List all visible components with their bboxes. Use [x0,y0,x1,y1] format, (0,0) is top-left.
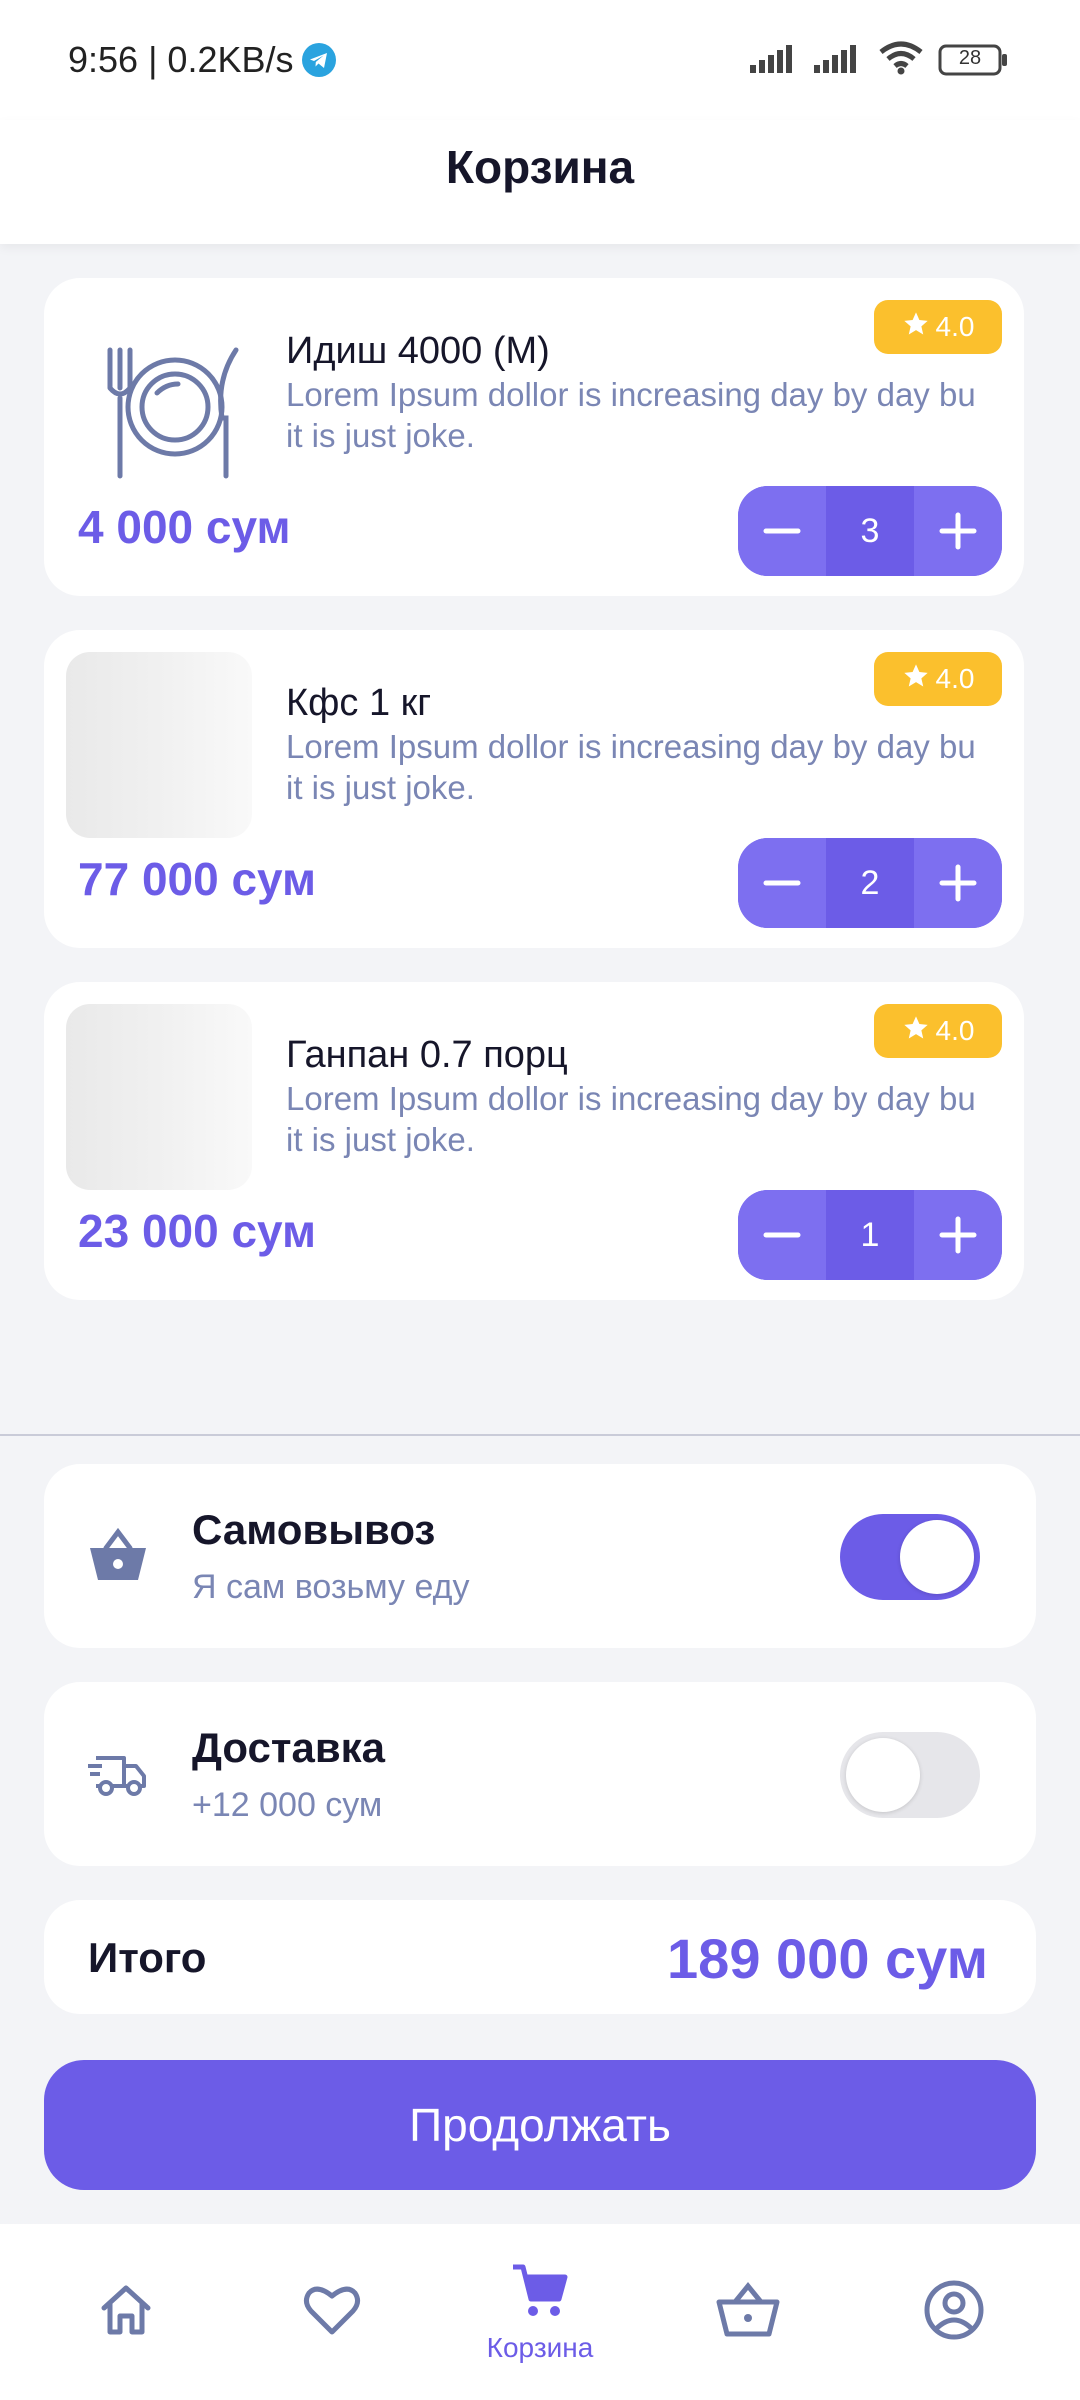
star-icon [902,310,930,345]
plate-cutlery-icon [66,300,252,486]
toggle-knob [900,1520,974,1594]
rating-badge: 4.0 [874,300,1002,354]
delivery-option[interactable]: Доставка +12 000 сум [44,1682,1036,1866]
delivery-title: Доставка [192,1724,386,1771]
profile-icon [923,2279,985,2346]
basket-icon [715,2280,781,2345]
cart-item[interactable]: Идиш 4000 (М) Lorem Ipsum dollor is incr… [44,278,1024,596]
increase-button[interactable] [914,838,1002,928]
header: Корзина [0,120,1080,244]
item-price: 77 000 сум [78,853,317,905]
increase-button[interactable] [914,486,1002,576]
rating-badge: 4.0 [874,1004,1002,1058]
cart-icon [509,2261,571,2326]
section-divider [0,1434,1080,1436]
total-label: Итого [88,1934,207,1981]
item-image-placeholder [66,652,252,838]
status-time-speed: 9:56 | 0.2KB/s [68,39,294,80]
decrease-button[interactable] [738,486,826,576]
star-icon [902,662,930,697]
battery-icon: 28 [938,43,1008,77]
pickup-option[interactable]: Самовывоз Я сам возьму еду [44,1464,1036,1648]
pickup-toggle[interactable] [840,1514,980,1600]
rating-value: 4.0 [935,311,975,342]
delivery-toggle[interactable] [840,1732,980,1818]
toggle-knob [846,1738,920,1812]
minus-icon [763,1232,801,1238]
minus-icon [763,528,801,534]
battery-level: 28 [958,47,982,69]
quantity-stepper: 2 [738,838,1002,928]
plus-icon [939,512,977,550]
home-icon [96,2280,156,2345]
plus-icon [939,864,977,902]
item-description: Lorem Ipsum dollor is increasing day by … [286,376,976,454]
quantity-value: 3 [860,511,880,550]
wifi-icon [878,41,924,80]
plus-icon [939,1216,977,1254]
decrease-button[interactable] [738,838,826,928]
item-name: Идиш 4000 (М) [286,330,550,372]
continue-button[interactable]: Продолжать [44,2060,1036,2190]
truck-icon [86,1744,150,1804]
delivery-subtitle: +12 000 сум [192,1786,383,1824]
telegram-icon [301,43,336,77]
quantity-stepper: 3 [738,486,1002,576]
bottom-nav: Корзина [0,2224,1080,2400]
item-name: Кфс 1 кг [286,682,432,724]
status-right: 28 [750,38,1008,82]
item-name: Ганпан 0.7 порц [286,1034,568,1076]
rating-value: 4.0 [935,1015,975,1046]
quantity-value: 2 [860,863,880,902]
item-description: Lorem Ipsum dollor is increasing day by … [286,728,976,806]
item-price: 4 000 сум [78,501,291,553]
quantity-value: 1 [860,1215,880,1254]
status-left: 9:56 | 0.2KB/s [68,36,336,84]
minus-icon [763,880,801,886]
item-price: 23 000 сум [78,1205,317,1257]
nav-basket[interactable] [668,2224,828,2400]
nav-cart-label: Корзина [486,2331,594,2363]
signal-icon [750,43,800,78]
nav-cart[interactable]: Корзина [460,2224,620,2400]
item-description: Lorem Ipsum dollor is increasing day by … [286,1080,976,1158]
rating-value: 4.0 [935,663,975,694]
total-card: Итого 189 000 сум [44,1900,1036,2014]
nav-favorites[interactable] [252,2224,412,2400]
item-image-placeholder [66,1004,252,1190]
nav-profile[interactable] [874,2224,1034,2400]
page-title: Корзина [445,141,635,193]
basket-icon [86,1526,150,1586]
total-value: 189 000 сум [667,1927,988,1990]
quantity-stepper: 1 [738,1190,1002,1280]
rating-badge: 4.0 [874,652,1002,706]
status-bar: 9:56 | 0.2KB/s 28 [0,0,1080,120]
decrease-button[interactable] [738,1190,826,1280]
star-icon [902,1014,930,1049]
signal-icon [814,43,864,78]
cart-item[interactable]: Кфс 1 кг Lorem Ipsum dollor is increasin… [44,630,1024,948]
cart-item[interactable]: Ганпан 0.7 порц Lorem Ipsum dollor is in… [44,982,1024,1300]
pickup-title: Самовывоз [192,1506,436,1553]
heart-icon [301,2280,363,2345]
pickup-subtitle: Я сам возьму еду [192,1568,470,1606]
nav-home[interactable] [46,2224,206,2400]
increase-button[interactable] [914,1190,1002,1280]
